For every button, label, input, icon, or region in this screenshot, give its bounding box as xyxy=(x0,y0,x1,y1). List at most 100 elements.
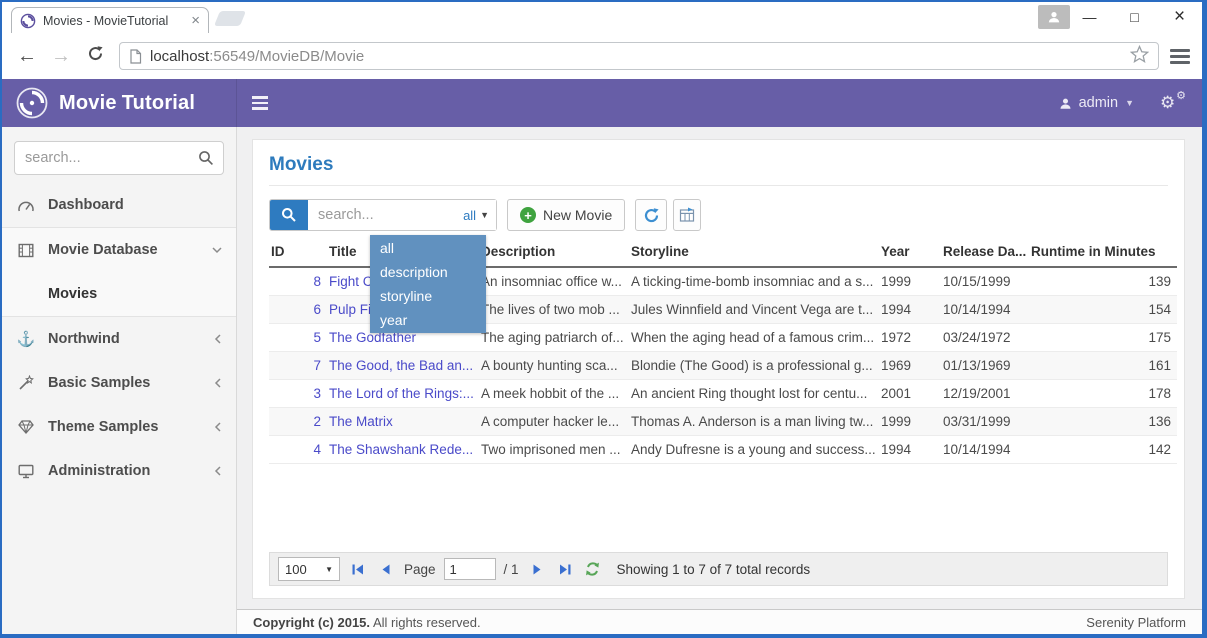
cell-storyline: Jules Winnfield and Vincent Vega are t..… xyxy=(629,296,879,324)
cell-description: The aging patriarch of... xyxy=(479,324,629,352)
gauge-icon xyxy=(16,198,36,213)
table-row[interactable]: 4 The Shawshank Rede... Two imprisoned m… xyxy=(269,436,1177,464)
close-button[interactable]: × xyxy=(1157,2,1202,31)
anchor-icon: ⚓ xyxy=(16,330,36,348)
main-area: Movies all xyxy=(237,127,1202,609)
settings-gears-icon[interactable]: ⚙⚙ xyxy=(1160,93,1184,113)
cell-description: A meek hobbit of the ... xyxy=(479,380,629,408)
browser-menu-icon[interactable] xyxy=(1168,49,1192,64)
dropdown-option-year[interactable]: year xyxy=(370,308,486,332)
profile-button[interactable] xyxy=(1038,5,1070,29)
sidebar-search-input[interactable] xyxy=(14,141,224,175)
cell-id[interactable]: 2 xyxy=(269,408,327,436)
sidebar-item-movie-database[interactable]: Movie Database xyxy=(2,228,236,272)
minimize-button[interactable]: — xyxy=(1067,2,1112,31)
pager-refresh-button[interactable] xyxy=(583,559,603,579)
page-total: / 1 xyxy=(504,562,519,577)
brand[interactable]: Movie Tutorial xyxy=(2,79,237,127)
chevron-down-icon: ▼ xyxy=(480,210,489,220)
sidebar-item-label: Basic Samples xyxy=(48,375,150,391)
page-number-input[interactable] xyxy=(444,558,496,580)
prev-page-button[interactable] xyxy=(376,559,396,579)
app-navbar: Movie Tutorial admin ▼ ⚙⚙ xyxy=(2,79,1202,127)
monitor-icon xyxy=(16,464,36,479)
address-bar[interactable]: localhost:56549/MovieDB/Movie xyxy=(119,42,1159,70)
pager: 100 ▼ xyxy=(269,552,1168,586)
bookmark-star-icon[interactable] xyxy=(1130,45,1149,68)
column-header-year[interactable]: Year xyxy=(879,240,941,267)
page-icon xyxy=(129,49,142,64)
export-button[interactable] xyxy=(673,199,701,231)
dropdown-option-description[interactable]: description xyxy=(370,260,486,284)
new-tab-button[interactable] xyxy=(214,11,246,26)
sidebar-item-label: Theme Samples xyxy=(48,419,158,435)
cell-id[interactable]: 3 xyxy=(269,380,327,408)
table-row[interactable]: 3 The Lord of the Rings:... A meek hobbi… xyxy=(269,380,1177,408)
sidebar-item-dashboard[interactable]: Dashboard xyxy=(2,183,236,227)
cell-id[interactable]: 6 xyxy=(269,296,327,324)
tab-close-icon[interactable]: × xyxy=(191,13,200,28)
sidebar-item-northwind[interactable]: ⚓ Northwind xyxy=(2,317,236,361)
chevron-left-icon xyxy=(214,334,222,344)
cell-title[interactable]: The Matrix xyxy=(327,408,479,436)
reload-icon xyxy=(87,45,104,62)
column-header-release-date[interactable]: Release Da... xyxy=(941,240,1029,267)
pager-status: Showing 1 to 7 of 7 total records xyxy=(617,562,811,577)
search-button[interactable] xyxy=(270,200,308,230)
cell-description: A computer hacker le... xyxy=(479,408,629,436)
sidebar-toggle-icon[interactable] xyxy=(252,79,268,127)
sidebar-item-label: Northwind xyxy=(48,331,120,347)
maximize-button[interactable]: □ xyxy=(1112,2,1157,31)
next-page-button[interactable] xyxy=(527,559,547,579)
tab-title: Movies - MovieTutorial xyxy=(43,14,184,28)
main-column: Movies all xyxy=(237,127,1202,634)
copyright-text: Copyright (c) 2015. All rights reserved. xyxy=(253,615,481,630)
column-header-runtime[interactable]: Runtime in Minutes xyxy=(1029,240,1177,267)
dropdown-option-all[interactable]: all xyxy=(370,236,486,260)
refresh-button[interactable] xyxy=(635,199,667,231)
cell-description: A bounty hunting sca... xyxy=(479,352,629,380)
search-field-selector[interactable]: all ▼ xyxy=(463,200,489,230)
person-icon xyxy=(1047,10,1061,24)
reload-button[interactable] xyxy=(80,45,110,68)
sidebar-search xyxy=(14,141,224,175)
column-header-description[interactable]: Description xyxy=(479,240,629,267)
chevron-down-icon: ▼ xyxy=(325,565,333,574)
search-icon xyxy=(198,150,214,171)
browser-tab[interactable]: Movies - MovieTutorial × xyxy=(11,7,209,33)
cell-id[interactable]: 7 xyxy=(269,352,327,380)
sidebar-item-administration[interactable]: Administration xyxy=(2,449,236,493)
cell-release-date: 10/14/1994 xyxy=(941,436,1029,464)
cell-title[interactable]: The Shawshank Rede... xyxy=(327,436,479,464)
page-title: Movies xyxy=(269,154,1168,176)
page-size-select[interactable]: 100 ▼ xyxy=(278,557,340,581)
cell-title[interactable]: The Lord of the Rings:... xyxy=(327,380,479,408)
table-row[interactable]: 2 The Matrix A computer hacker le... Tho… xyxy=(269,408,1177,436)
brand-secondary: Tutorial xyxy=(122,92,195,115)
table-row[interactable]: 7 The Good, the Bad an... A bounty hunti… xyxy=(269,352,1177,380)
user-menu[interactable]: admin ▼ xyxy=(1059,95,1134,111)
cell-id[interactable]: 8 xyxy=(269,267,327,296)
cell-id[interactable]: 4 xyxy=(269,436,327,464)
sidebar-item-movies[interactable]: Movies xyxy=(2,272,236,316)
last-page-button[interactable] xyxy=(555,559,575,579)
cell-title[interactable]: The Good, the Bad an... xyxy=(327,352,479,380)
column-header-id[interactable]: ID xyxy=(269,240,327,267)
forward-button[interactable]: → xyxy=(46,45,76,68)
new-movie-button[interactable]: + New Movie xyxy=(507,199,625,231)
cell-id[interactable]: 5 xyxy=(269,324,327,352)
sidebar-item-theme-samples[interactable]: Theme Samples xyxy=(2,405,236,449)
film-icon xyxy=(16,243,36,258)
copyright-rest: All rights reserved. xyxy=(373,615,481,630)
chevron-left-icon xyxy=(214,466,222,476)
first-page-button[interactable] xyxy=(348,559,368,579)
cell-storyline: A ticking-time-bomb insomniac and a s... xyxy=(629,267,879,296)
prev-page-icon xyxy=(381,563,391,576)
dropdown-option-storyline[interactable]: storyline xyxy=(370,284,486,308)
url-text: localhost:56549/MovieDB/Movie xyxy=(150,48,364,65)
brand-primary: Movie xyxy=(59,92,117,115)
cell-year: 1999 xyxy=(879,408,941,436)
back-button[interactable]: ← xyxy=(12,45,42,68)
sidebar-item-basic-samples[interactable]: Basic Samples xyxy=(2,361,236,405)
column-header-storyline[interactable]: Storyline xyxy=(629,240,879,267)
